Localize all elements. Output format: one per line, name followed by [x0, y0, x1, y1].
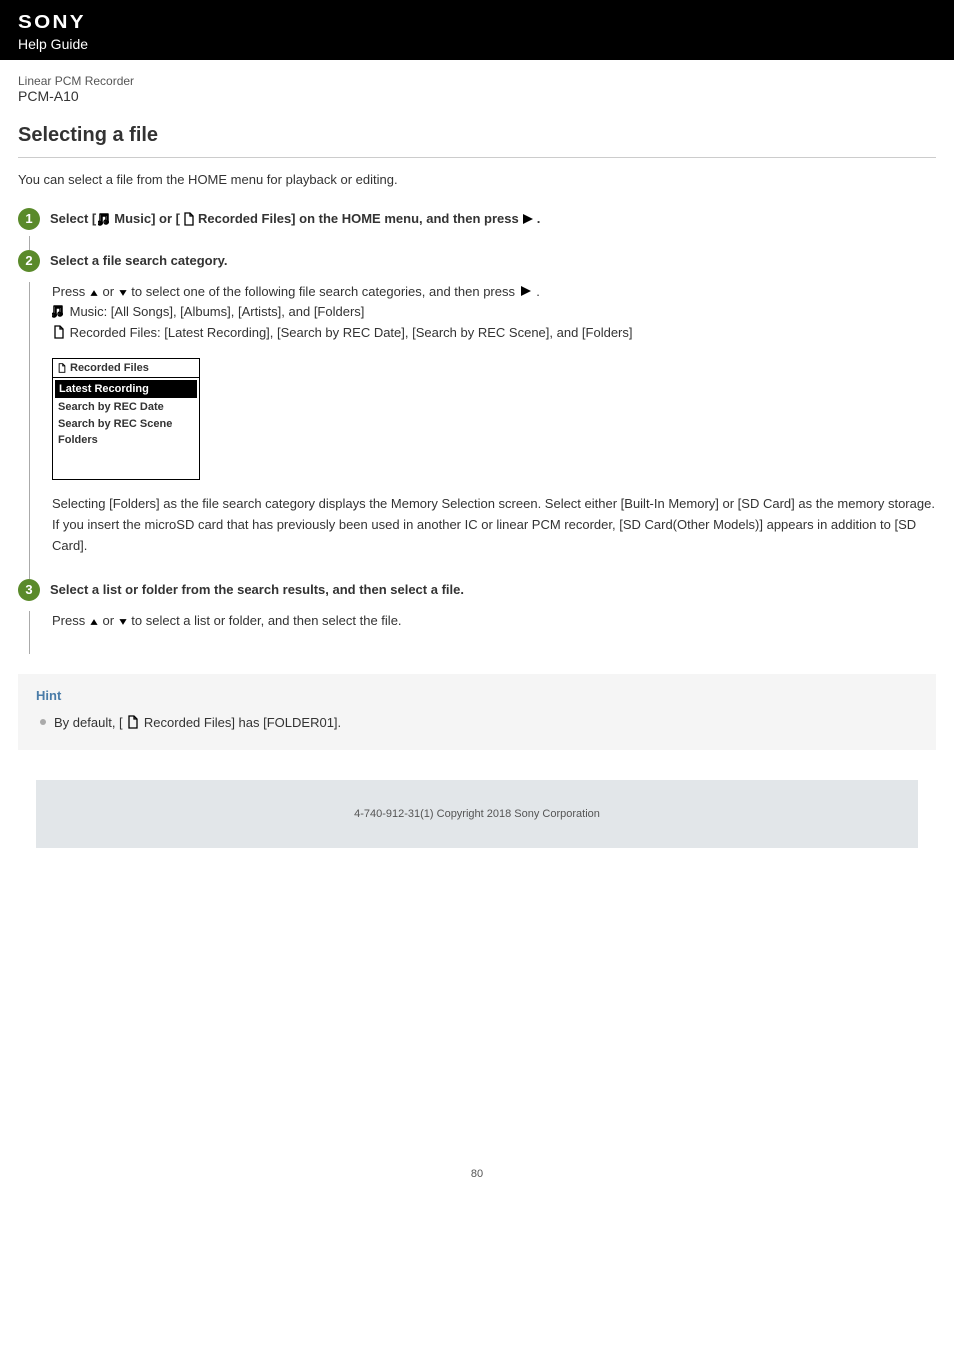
hint-item-a: By default, [ [54, 715, 123, 730]
product-category: Linear PCM Recorder [18, 74, 936, 88]
file-icon [57, 363, 67, 373]
file-icon [52, 325, 66, 339]
step-1-text-c: Recorded Files] on the HOME menu, and th… [198, 208, 519, 230]
step-1-text-a: Select [ [50, 208, 96, 230]
header-subtitle: Help Guide [18, 36, 936, 52]
footer: 4-740-912-31(1) Copyright 2018 Sony Corp… [36, 780, 918, 848]
step-1-title: Select [ Music] or [ Recorded Files] on … [50, 208, 540, 230]
step-3-c: to select a list or folder, and then sel… [131, 613, 401, 628]
step-2-line1-d: . [536, 284, 540, 299]
step-3-block: Press or to select a list or folder, and… [29, 611, 936, 654]
copyright: 4-740-912-31(1) Copyright 2018 Sony Corp… [354, 808, 600, 820]
step-3-a: Press [52, 613, 89, 628]
play-icon [519, 284, 533, 298]
divider [18, 157, 936, 158]
step-3-title: Select a list or folder from the search … [50, 579, 464, 601]
play-icon [521, 212, 535, 226]
music-icon [98, 212, 112, 226]
screenshot-item: Search by REC Scene [54, 416, 198, 432]
screenshot-item: Folders [54, 432, 198, 448]
content: You can select a file from the HOME menu… [18, 157, 936, 848]
step-2-body: Press or to select one of the following … [52, 282, 936, 557]
step-1-number: 1 [18, 208, 40, 230]
page-title: Selecting a file [0, 110, 954, 157]
step-3-header: 3 Select a list or folder from the searc… [18, 579, 936, 601]
step-2-music-line: Music: [All Songs], [Albums], [Artists],… [70, 304, 365, 319]
intro-text: You can select a file from the HOME menu… [18, 170, 936, 190]
step-3-body: Press or to select a list or folder, and… [52, 611, 936, 632]
step-1-text-b: Music] or [ [114, 208, 180, 230]
step-2-rec-line: Recorded Files: [Latest Recording], [Sea… [70, 325, 633, 340]
step-2-header: 2 Select a file search category. [18, 250, 936, 272]
step-2-block: Press or to select one of the following … [29, 282, 936, 579]
up-arrow-icon [89, 288, 99, 298]
step-2-line1-a: Press [52, 284, 89, 299]
step-1-header: 1 Select [ Music] or [ Recorded Files] o… [18, 208, 936, 230]
screenshot-item-selected: Latest Recording [55, 380, 197, 398]
down-arrow-icon [118, 617, 128, 627]
device-screenshot: Recorded Files Latest Recording Search b… [52, 358, 200, 480]
step-3-b: or [102, 613, 117, 628]
up-arrow-icon [89, 617, 99, 627]
step-2-line1-c: to select one of the following file sear… [131, 284, 518, 299]
step-2-after-p2: If you insert the microSD card that has … [52, 515, 936, 557]
screenshot-header: Recorded Files [53, 359, 199, 378]
music-icon [52, 304, 66, 318]
step-2-line1-b: or [102, 284, 117, 299]
hint-title: Hint [36, 688, 918, 703]
product-info: Linear PCM Recorder PCM-A10 [0, 60, 954, 110]
step-1-text-d: . [537, 208, 541, 230]
step-2-after-p1: Selecting [Folders] as the file search c… [52, 494, 936, 515]
page-number: 80 [0, 848, 954, 1200]
hint-item-b: Recorded Files] has [FOLDER01]. [144, 715, 341, 730]
brand-logo: SONY [18, 12, 86, 33]
file-icon [182, 212, 196, 226]
screenshot-title: Recorded Files [70, 361, 149, 375]
step-2-title: Select a file search category. [50, 250, 228, 272]
down-arrow-icon [118, 288, 128, 298]
hint-item: By default, [ Recorded Files] has [FOLDE… [36, 713, 918, 733]
hint-list: By default, [ Recorded Files] has [FOLDE… [36, 713, 918, 733]
step-2-number: 2 [18, 250, 40, 272]
product-model: PCM-A10 [18, 88, 936, 104]
step-3-number: 3 [18, 579, 40, 601]
screenshot-item: Search by REC Date [54, 399, 198, 415]
file-icon [126, 715, 140, 729]
hint-box: Hint By default, [ Recorded Files] has [… [18, 674, 936, 751]
step-1-block [29, 236, 936, 250]
header-bar: SONY Help Guide [0, 0, 954, 60]
